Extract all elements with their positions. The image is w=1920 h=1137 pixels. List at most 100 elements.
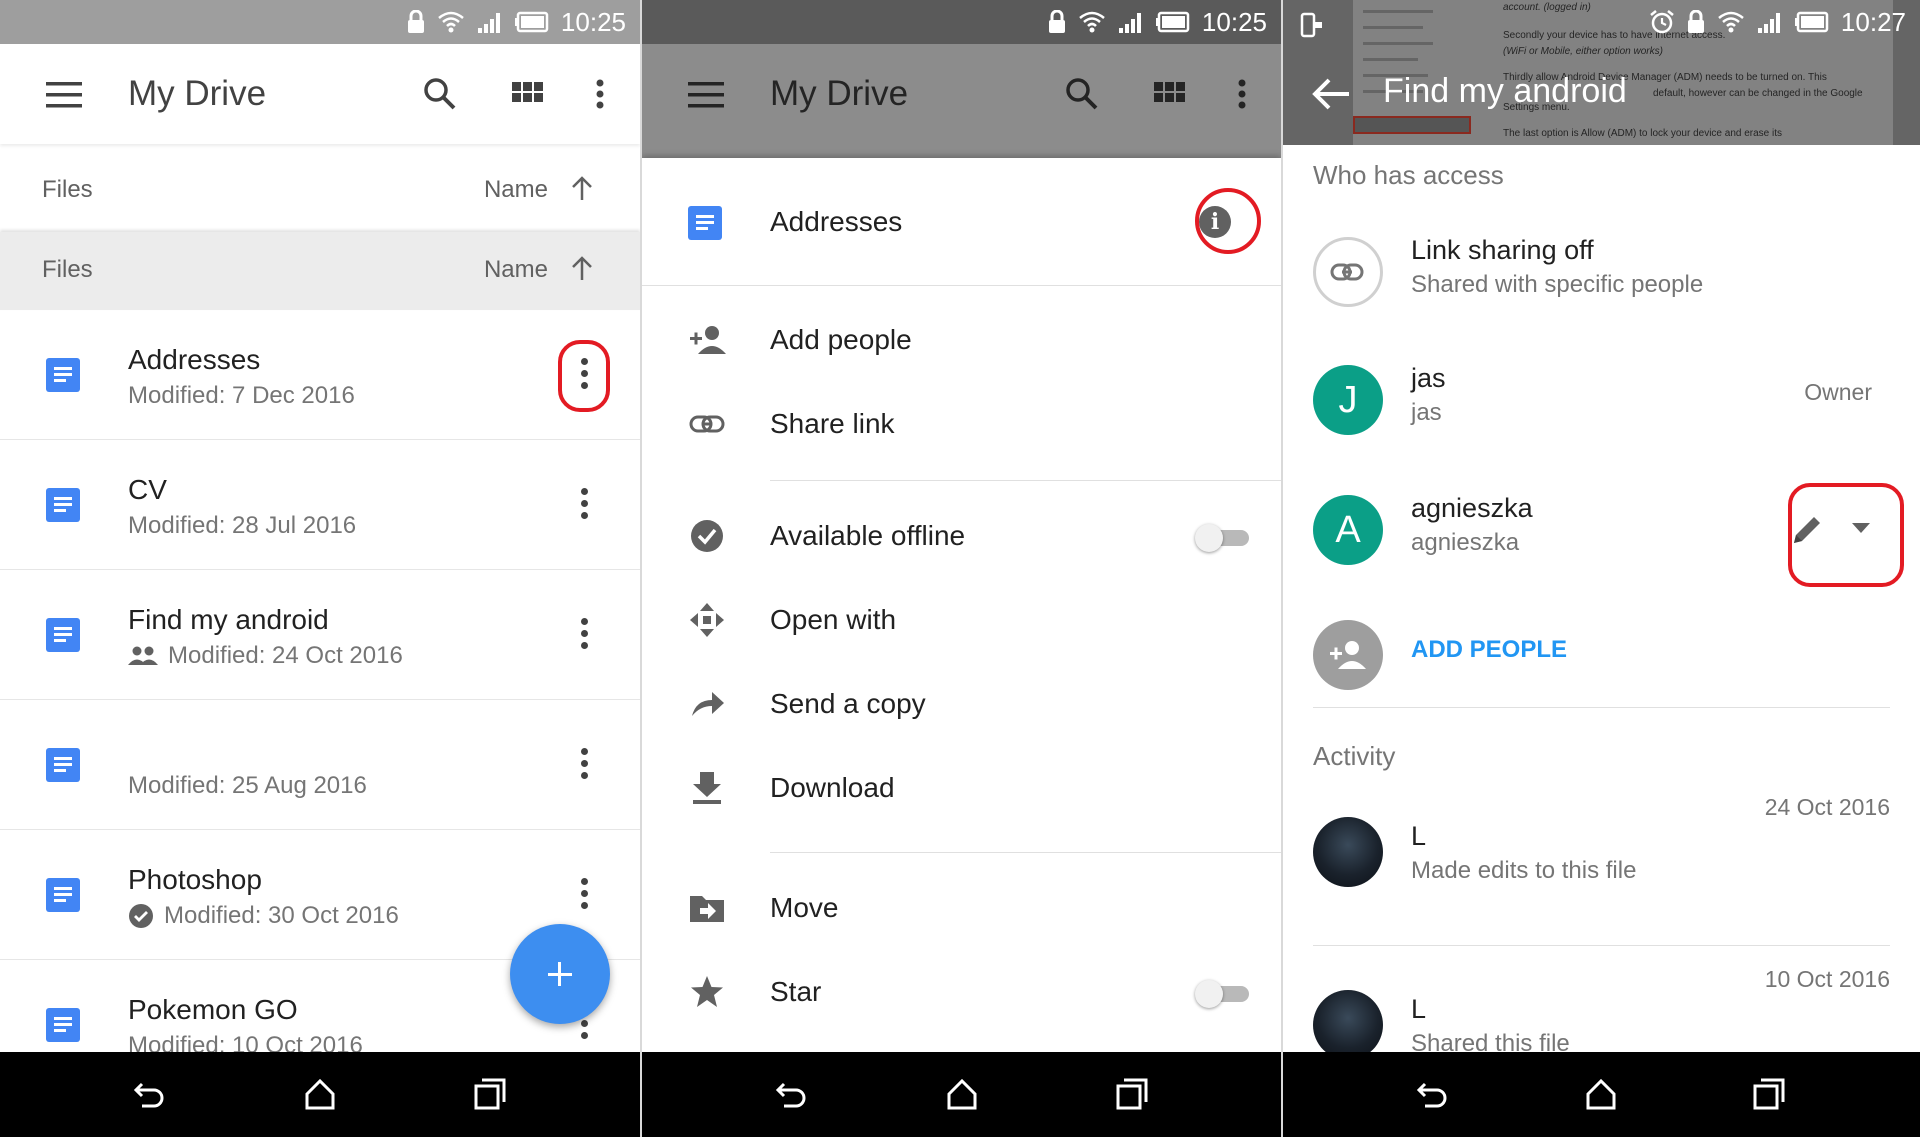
status-bar: 10:27 [1283, 0, 1920, 44]
section-label: Files [42, 256, 93, 283]
menu-item-star[interactable]: Star [642, 950, 1281, 1034]
page-title: My Drive [128, 74, 267, 113]
file-more-options-icon[interactable] [580, 488, 588, 522]
google-docs-icon [46, 488, 80, 522]
lock-icon [1048, 10, 1065, 33]
status-bar: 10:25 [0, 0, 640, 44]
status-time: 10:25 [1201, 6, 1267, 37]
star-toggle[interactable] [1195, 980, 1251, 1008]
new-item-fab-button[interactable] [510, 924, 610, 1024]
file-row[interactable]: Modified: 25 Aug 2016 [0, 700, 640, 830]
sort-by-name-button[interactable]: Name [484, 176, 548, 204]
back-arrow-icon[interactable] [1311, 76, 1351, 112]
add-person-icon [1330, 641, 1366, 669]
sheet-file-name: Addresses [770, 206, 903, 237]
menu-item-available-offline[interactable]: Available offline [642, 494, 1281, 578]
sheet-header: Addresses i [642, 158, 1281, 286]
status-time: 10:25 [560, 6, 626, 37]
recents-icon[interactable] [1114, 1076, 1150, 1112]
menu-item-move[interactable]: Move [642, 866, 1281, 950]
download-icon [693, 772, 721, 804]
share-arrow-icon [692, 692, 724, 716]
google-docs-icon [46, 618, 80, 652]
menu-divider [770, 480, 1281, 481]
android-nav-bar [1283, 1052, 1920, 1137]
link-sharing-title: Link sharing off [1411, 235, 1594, 265]
status-bar: 10:25 [642, 0, 1281, 44]
available-offline-toggle[interactable] [1195, 524, 1251, 552]
role-label: Owner [1804, 379, 1872, 405]
file-more-options-icon[interactable] [580, 618, 588, 652]
home-icon[interactable] [302, 1076, 338, 1112]
avatar: A [1313, 495, 1383, 565]
add-people-row[interactable]: ADD PEOPLE [1283, 598, 1920, 708]
file-name: Pokemon GO [128, 994, 298, 1025]
menu-divider [770, 852, 1281, 853]
back-icon[interactable] [1415, 1076, 1451, 1112]
back-icon[interactable] [774, 1076, 810, 1112]
menu-item-send-copy[interactable]: Send a copy [642, 662, 1281, 746]
file-name: Find my android [128, 604, 329, 635]
file-name: CV [128, 474, 167, 505]
signal-icon [477, 13, 500, 33]
screenshot-collage: 10:25 My Drive Files Name Files Name Add… [0, 0, 1920, 1137]
back-icon[interactable] [132, 1076, 168, 1112]
avatar: J [1313, 365, 1383, 435]
hamburger-menu-icon[interactable] [46, 82, 82, 108]
highlight-annotation [558, 340, 610, 412]
sort-ascending-icon[interactable] [570, 254, 594, 282]
file-modified: Modified: 24 Oct 2016 [128, 642, 403, 670]
recents-icon[interactable] [472, 1076, 508, 1112]
open-with-icon [690, 603, 724, 637]
battery-icon [514, 11, 549, 33]
activity-user: L [1411, 994, 1427, 1024]
file-row[interactable]: Addresses Modified: 7 Dec 2016 [0, 310, 640, 440]
menu-item-open-with[interactable]: Open with [642, 578, 1281, 662]
menu-item-add-people[interactable]: Add people [642, 298, 1281, 382]
activity-action: Made edits to this file [1411, 857, 1637, 884]
details-header: account. (logged in) Secondly your devic… [1283, 0, 1920, 145]
battery-icon [1794, 11, 1829, 33]
star-icon [691, 976, 723, 1007]
menu-item-download[interactable]: Download [642, 746, 1281, 830]
google-docs-icon [46, 878, 80, 912]
person-row-owner[interactable]: J jas jas Owner [1283, 343, 1920, 453]
file-name: Addresses [128, 344, 261, 375]
file-modified: Modified: 30 Oct 2016 [128, 902, 399, 930]
more-options-icon[interactable] [580, 74, 620, 114]
grid-view-icon[interactable] [508, 74, 548, 114]
sort-by-name-button[interactable]: Name [484, 256, 548, 284]
alarm-icon [1650, 10, 1674, 34]
home-icon[interactable] [1583, 1076, 1619, 1112]
activity-user: L [1411, 821, 1427, 851]
person-account: jas [1411, 399, 1442, 426]
offline-available-icon [129, 904, 153, 928]
person-row-editor[interactable]: A agnieszka agnieszka [1283, 473, 1920, 587]
status-time: 10:27 [1840, 6, 1906, 37]
menu-item-share-link[interactable]: Share link [642, 382, 1281, 466]
android-nav-bar [642, 1052, 1281, 1137]
add-people-button[interactable]: ADD PEOPLE [1411, 636, 1567, 664]
signal-icon [1118, 13, 1141, 33]
file-row[interactable]: Find my android Modified: 24 Oct 2016 [0, 570, 640, 700]
wifi-icon [1079, 11, 1105, 33]
google-docs-icon [688, 206, 722, 240]
search-icon[interactable] [420, 74, 460, 114]
home-icon[interactable] [944, 1076, 980, 1112]
file-row[interactable]: CV Modified: 28 Jul 2016 [0, 440, 640, 570]
scrim-overlay[interactable] [642, 44, 1281, 158]
app-toolbar: My Drive [0, 44, 640, 144]
link-icon [689, 415, 725, 433]
person-name: jas [1411, 363, 1446, 393]
lock-icon [1687, 10, 1704, 33]
sort-ascending-icon[interactable] [570, 174, 594, 202]
file-more-options-icon[interactable] [580, 878, 588, 912]
move-folder-icon [690, 896, 724, 922]
file-more-options-icon[interactable] [580, 748, 588, 782]
lock-icon [407, 10, 424, 33]
file-actions-sheet-screen: 10:25 My Drive Addresses i Add people Sh… [642, 0, 1281, 1137]
link-sharing-row[interactable]: Link sharing off Shared with specific pe… [1283, 215, 1920, 325]
recents-icon[interactable] [1751, 1076, 1787, 1112]
avatar [1313, 990, 1383, 1060]
link-sharing-avatar [1313, 237, 1383, 307]
